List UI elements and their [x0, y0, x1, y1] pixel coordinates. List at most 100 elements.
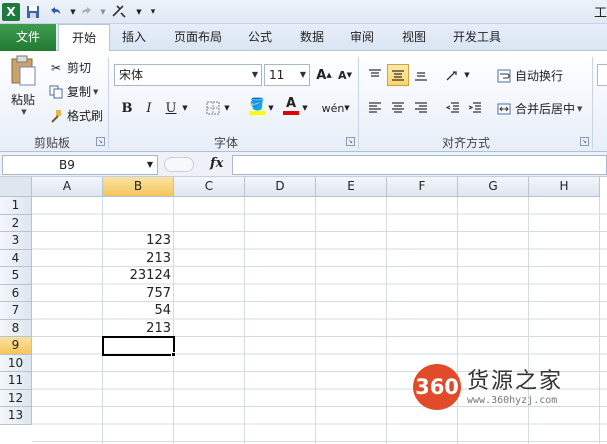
alignment-launcher-icon[interactable]: ↘ — [580, 137, 589, 146]
column-header-e[interactable]: E — [316, 177, 387, 197]
paste-button[interactable]: 粘贴 ▼ — [6, 55, 40, 116]
copy-label: 复制 — [67, 85, 92, 99]
insert-function-icon[interactable]: fx — [210, 156, 223, 171]
column-header-f[interactable]: F — [387, 177, 458, 197]
row-header-2[interactable]: 2 — [0, 214, 32, 232]
decrease-indent-button[interactable] — [442, 97, 464, 119]
underline-dropdown-icon[interactable]: ▼ — [180, 97, 190, 119]
tab-review[interactable]: 审阅 — [342, 24, 382, 51]
cut-button[interactable]: ✂ 剪切 — [48, 59, 91, 76]
font-size-select[interactable]: 11 ▼ — [264, 64, 310, 86]
orientation-button[interactable] — [442, 64, 464, 86]
format-painter-button[interactable]: 格式刷 — [48, 107, 103, 124]
brush-icon — [48, 108, 64, 124]
increase-indent-button[interactable] — [464, 97, 486, 119]
save-icon[interactable] — [24, 3, 42, 21]
cell-b3[interactable]: 123 — [103, 232, 174, 250]
tab-file[interactable]: 文件 — [0, 24, 56, 51]
font-color-dropdown-icon[interactable]: ▼ — [300, 97, 310, 119]
row-header-11[interactable]: 11 — [0, 372, 32, 390]
row-header-12[interactable]: 12 — [0, 389, 32, 407]
align-left-button[interactable] — [364, 97, 386, 119]
align-middle-button[interactable] — [387, 64, 409, 86]
font-launcher-icon[interactable]: ↘ — [346, 137, 355, 146]
merge-dropdown-icon[interactable]: ▼ — [577, 105, 582, 113]
copy-icon — [48, 84, 64, 100]
borders-button[interactable] — [202, 97, 224, 119]
fill-handle[interactable] — [171, 351, 176, 357]
clipboard-launcher-icon[interactable]: ↘ — [96, 137, 105, 146]
number-format-select[interactable] — [597, 64, 607, 86]
cell-b4[interactable]: 213 — [103, 250, 174, 268]
wrap-text-button[interactable]: 自动换行 — [496, 67, 563, 84]
row-header-8[interactable]: 8 — [0, 319, 32, 337]
font-name-select[interactable]: 宋体 ▼ — [114, 64, 262, 86]
tab-formulas[interactable]: 公式 — [240, 24, 280, 51]
tab-page-layout[interactable]: 页面布局 — [166, 24, 230, 51]
cell-b5[interactable]: 23124 — [103, 267, 174, 285]
tab-home[interactable]: 开始 — [58, 24, 110, 52]
select-all-button[interactable] — [0, 177, 32, 197]
row-header-1[interactable]: 1 — [0, 197, 32, 215]
row-header-6[interactable]: 6 — [0, 284, 32, 302]
bold-button[interactable]: B — [116, 97, 138, 119]
excel-logo-icon[interactable]: X — [2, 3, 20, 21]
formula-input[interactable] — [232, 155, 607, 175]
column-header-d[interactable]: D — [245, 177, 316, 197]
window-title: 工 — [593, 6, 607, 21]
align-top-button[interactable] — [364, 64, 386, 86]
cell-b8[interactable]: 213 — [103, 320, 174, 338]
chevron-down-icon: ▼ — [251, 70, 258, 79]
column-header-c[interactable]: C — [174, 177, 245, 197]
name-box[interactable]: B9 ▼ — [2, 155, 158, 175]
column-header-a[interactable]: A — [32, 177, 103, 197]
row-header-4[interactable]: 4 — [0, 249, 32, 267]
scissors-icon: ✂ — [50, 60, 62, 75]
phonetic-button[interactable]: wén — [322, 97, 345, 119]
paste-dropdown-icon[interactable]: ▼ — [21, 108, 26, 116]
fill-color-dropdown-icon[interactable]: ▼ — [266, 97, 276, 119]
tab-view[interactable]: 视图 — [392, 24, 436, 51]
underline-button[interactable]: U — [160, 97, 182, 119]
text-orientation-icon — [446, 71, 457, 81]
column-header-b[interactable]: B — [103, 177, 174, 197]
shrink-font-button[interactable]: A ▼ — [334, 64, 356, 86]
cell-b6[interactable]: 757 — [103, 285, 174, 303]
copy-button[interactable]: 复制 ▼ — [48, 83, 98, 100]
formula-bar-splitter[interactable] — [164, 157, 194, 172]
active-cell-border[interactable] — [102, 336, 175, 356]
borders-dropdown-icon[interactable]: ▼ — [222, 97, 232, 119]
wrap-text-label: 自动换行 — [515, 69, 564, 83]
grow-font-button[interactable]: A ▲ — [313, 64, 335, 86]
row-header-3[interactable]: 3 — [0, 232, 32, 250]
shrink-font-icon: A — [338, 68, 347, 82]
undo-icon[interactable] — [46, 3, 64, 21]
quick-access-toolbar: X ▼ ▼ ▼ ▾ 工 — [0, 0, 607, 24]
phonetic-dropdown-icon[interactable]: ▼ — [342, 97, 352, 119]
italic-button[interactable]: I — [138, 97, 160, 119]
align-right-button[interactable] — [410, 97, 432, 119]
tools-icon[interactable] — [110, 3, 128, 21]
merge-center-button[interactable]: 合并后居中 ▼ — [496, 100, 582, 117]
row-header-9[interactable]: 9 — [0, 337, 32, 355]
fill-color-button[interactable]: 🪣 — [246, 95, 268, 117]
customize-qat-icon[interactable]: ▾ — [144, 3, 162, 21]
tab-data[interactable]: 数据 — [290, 24, 334, 51]
tab-insert[interactable]: 插入 — [112, 24, 156, 51]
align-bottom-button[interactable] — [410, 64, 432, 86]
column-header-g[interactable]: G — [458, 177, 529, 197]
align-middle-icon — [392, 70, 404, 81]
align-center-icon — [392, 102, 404, 113]
ribbon-tabs: 文件 开始 插入 页面布局 公式 数据 审阅 视图 开发工具 — [0, 24, 607, 52]
align-center-button[interactable] — [387, 97, 409, 119]
cell-b7[interactable]: 54 — [103, 302, 174, 320]
row-header-13[interactable]: 13 — [0, 407, 32, 425]
row-header-5[interactable]: 5 — [0, 267, 32, 285]
orientation-dropdown-icon[interactable]: ▼ — [462, 64, 472, 86]
tab-developer[interactable]: 开发工具 — [444, 24, 510, 51]
copy-dropdown-icon[interactable]: ▼ — [93, 88, 98, 96]
row-header-7[interactable]: 7 — [0, 302, 32, 320]
font-color-button[interactable]: A — [280, 95, 302, 117]
row-header-10[interactable]: 10 — [0, 354, 32, 372]
column-header-h[interactable]: H — [529, 177, 600, 197]
